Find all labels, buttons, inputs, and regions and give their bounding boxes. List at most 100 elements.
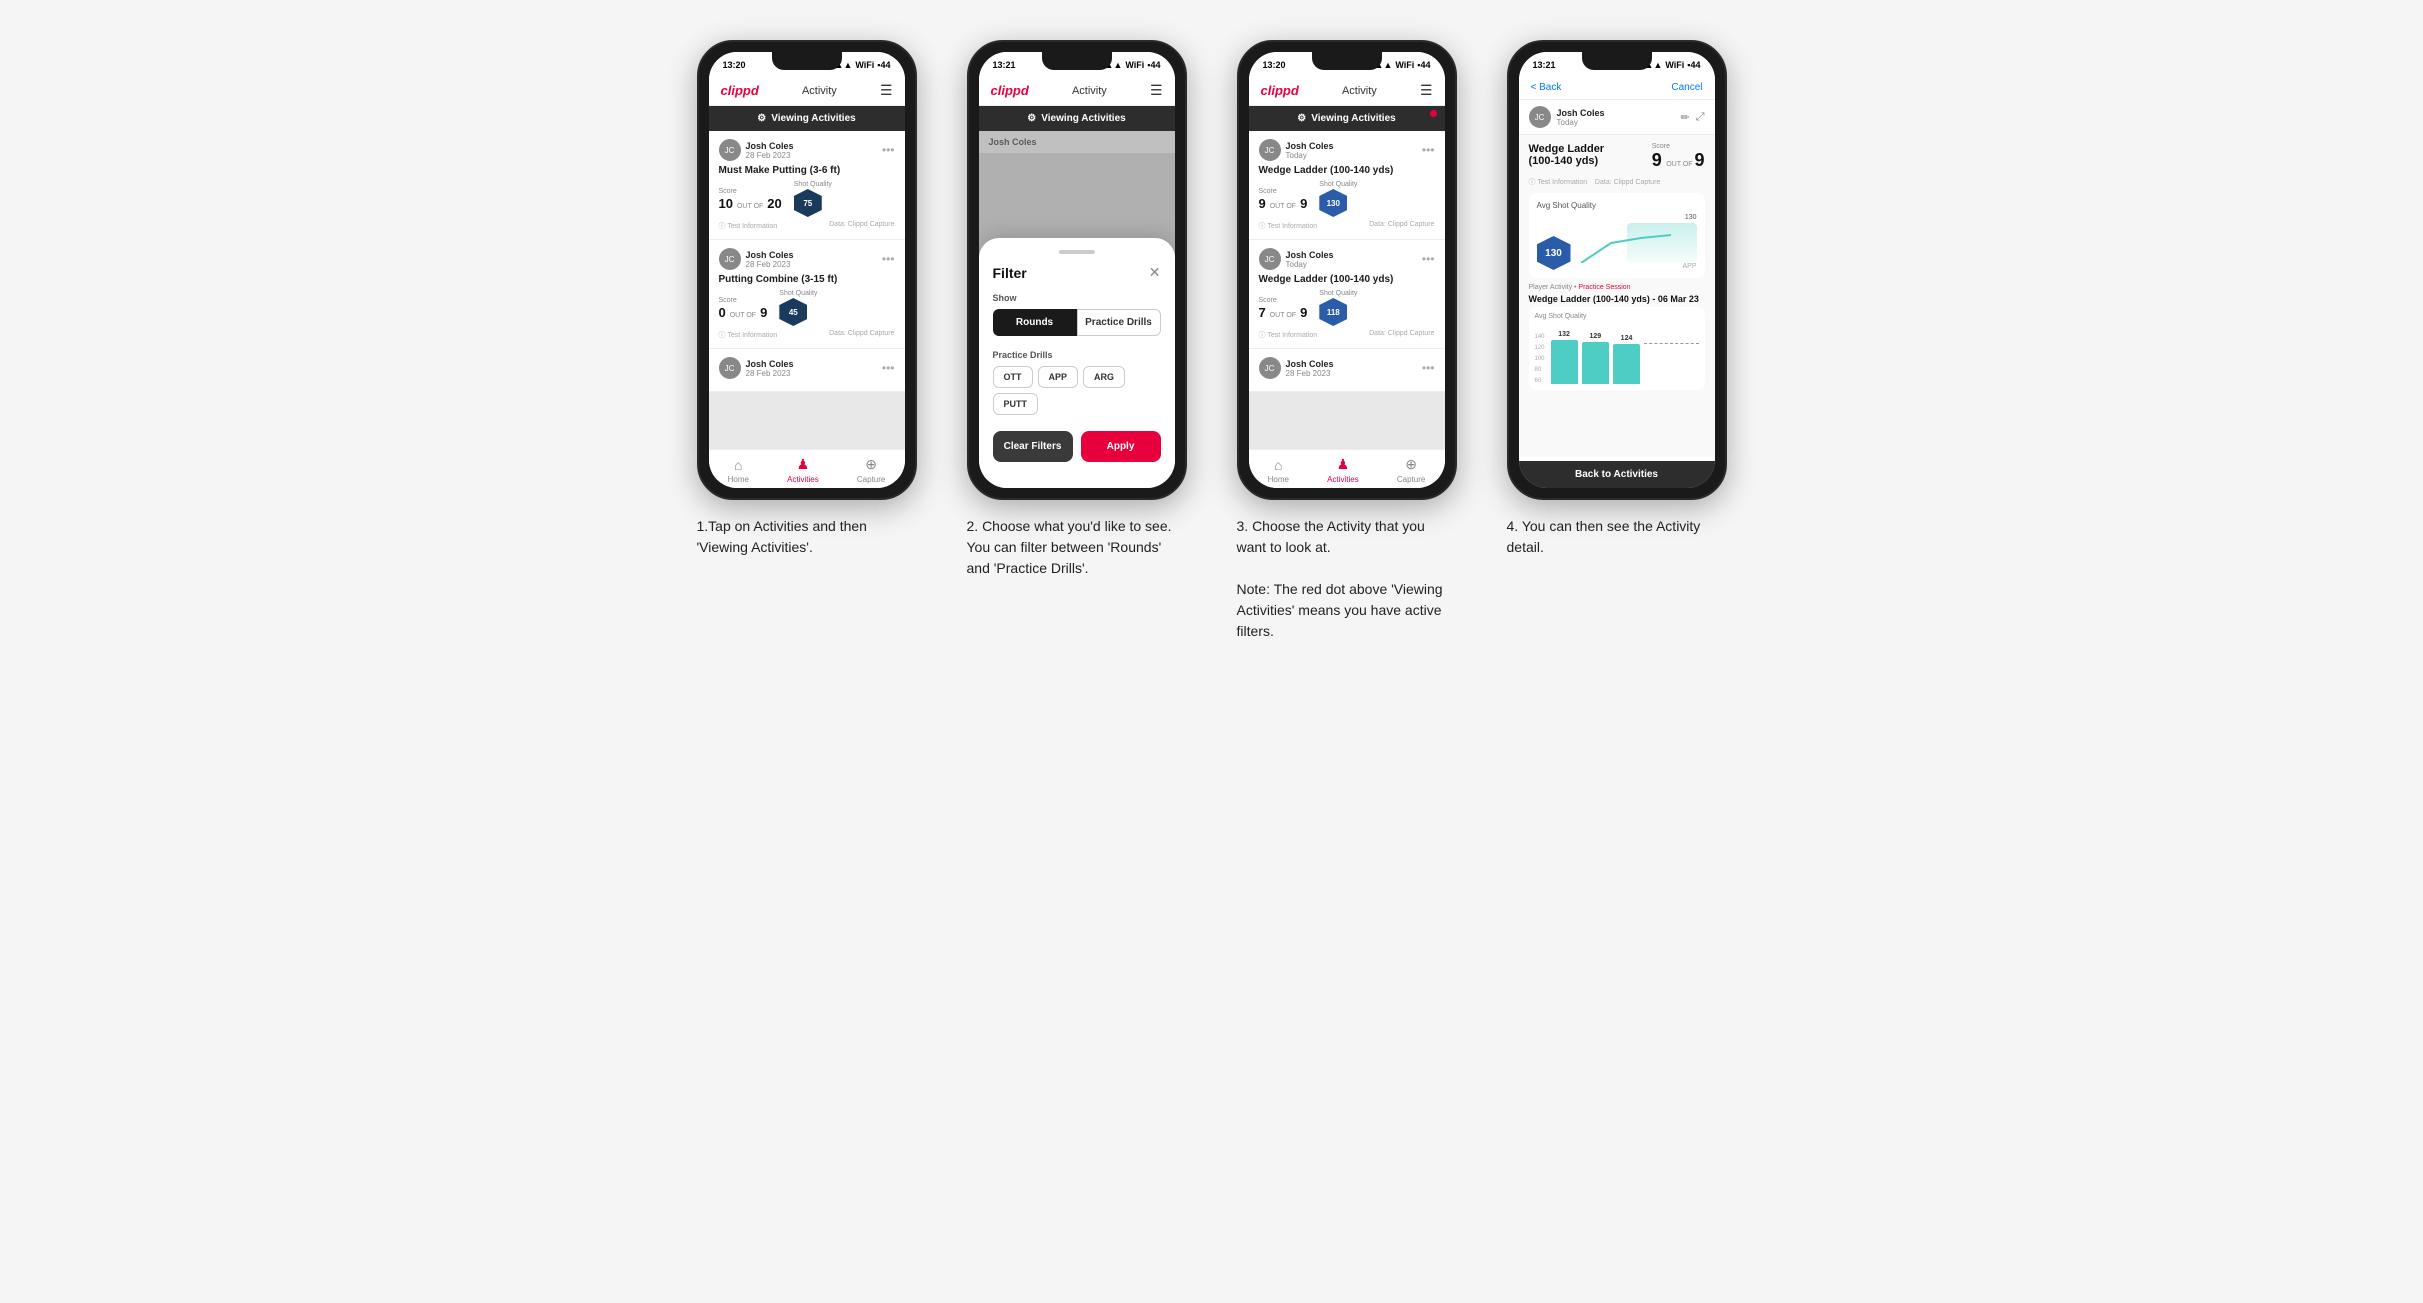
data-source-1-1: Data: Clippd Capture	[829, 221, 894, 231]
banner-label-1: Viewing Activities	[771, 113, 855, 124]
bar-value-4-3: 124	[1621, 335, 1633, 342]
wifi-icon-2: WiFi	[1125, 60, 1144, 70]
shots-value-1-1: 20	[767, 196, 781, 211]
hamburger-icon-1[interactable]: ☰	[880, 82, 893, 99]
viewing-banner-2[interactable]: ⚙ Viewing Activities	[979, 106, 1175, 131]
nav-capture-1[interactable]: ⊕ Capture	[857, 456, 885, 484]
card-header-1-1: JC Josh Coles 28 Feb 2023 •••	[719, 139, 895, 161]
battery-icon-3: ▪44	[1417, 60, 1430, 70]
apply-filter-btn[interactable]: Apply	[1081, 431, 1161, 462]
session-label-4: Player Activity • Practice Session	[1529, 284, 1705, 291]
chart-section-4: Avg Shot Quality 130 130	[1529, 193, 1705, 278]
user-date-3-2: Today	[1286, 260, 1334, 269]
three-dots-3-1[interactable]: •••	[1422, 143, 1435, 157]
bar-value-4-2: 129	[1589, 333, 1601, 340]
data-source-3-2: Data: Clippd Capture	[1369, 330, 1434, 340]
filter-actions: Clear Filters Apply	[993, 431, 1161, 462]
bar-4-2	[1582, 342, 1609, 384]
three-dots-1-3[interactable]: •••	[882, 361, 895, 375]
nav-activities-3[interactable]: ♟ Activities	[1327, 456, 1359, 484]
avatar-3-1: JC	[1259, 139, 1281, 161]
home-icon-3: ⌂	[1274, 457, 1282, 473]
app-logo-2: clippd	[991, 83, 1029, 98]
user-info-1-1: Josh Coles 28 Feb 2023	[746, 141, 794, 160]
user-name-3-3: Josh Coles	[1286, 359, 1334, 369]
practice-drills-toggle-btn[interactable]: Practice Drills	[1077, 309, 1161, 336]
cancel-btn-4[interactable]: Cancel	[1671, 82, 1702, 93]
score-label-1-2: Score	[719, 297, 768, 304]
partial-card-2: Josh Coles	[979, 131, 1175, 153]
activity-card-1-1[interactable]: JC Josh Coles 28 Feb 2023 ••• Must Make …	[709, 131, 905, 240]
three-dots-1-2[interactable]: •••	[882, 252, 895, 266]
drill-chip-ott[interactable]: OTT	[993, 366, 1033, 388]
avatar-3-3: JC	[1259, 357, 1281, 379]
hamburger-icon-3[interactable]: ☰	[1420, 82, 1433, 99]
card-user-1-3: JC Josh Coles 28 Feb 2023	[719, 357, 794, 379]
activity-card-1-2[interactable]: JC Josh Coles 28 Feb 2023 ••• Putting Co…	[709, 240, 905, 349]
hamburger-icon-2[interactable]: ☰	[1150, 82, 1163, 99]
filter-close-btn[interactable]: ✕	[1149, 264, 1161, 281]
app-nav-title-1: Activity	[802, 85, 837, 97]
sq-label-3-1: Shot Quality	[1319, 181, 1357, 188]
user-info-4: Josh Coles Today	[1557, 108, 1605, 127]
user-name-4: Josh Coles	[1557, 108, 1605, 118]
sq-hex-3-2: 118	[1319, 298, 1347, 326]
phone-3-inner: 13:20 ▲▲ WiFi ▪44 clippd Activity ☰ ⚙	[1249, 52, 1445, 488]
drill-title-4: Wedge Ladder (100-140 yds)	[1529, 143, 1629, 167]
nav-home-1[interactable]: ⌂ Home	[728, 457, 749, 484]
activity-card-3-1[interactable]: JC Josh Coles Today ••• Wedge Ladder (10…	[1249, 131, 1445, 240]
three-dots-1-1[interactable]: •••	[882, 143, 895, 157]
screen-bg-2: Josh Coles Filter ✕ Show Rounds Practice…	[979, 131, 1175, 488]
chart-hex-4: 130	[1537, 236, 1571, 270]
nav-home-3[interactable]: ⌂ Home	[1268, 457, 1289, 484]
user-date-3-1: Today	[1286, 151, 1334, 160]
card-title-1-2: Putting Combine (3-15 ft)	[719, 274, 895, 285]
filter-show-label: Show	[993, 293, 1161, 303]
card-header-3-3: JC Josh Coles 28 Feb 2023 •••	[1259, 357, 1435, 379]
back-to-activities-btn-4[interactable]: Back to Activities	[1519, 461, 1715, 488]
activity-card-3-2[interactable]: JC Josh Coles Today ••• Wedge Ladder (10…	[1249, 240, 1445, 349]
phone-col-4: 13:21 ▲▲ WiFi ▪44 < Back Cancel	[1497, 40, 1737, 558]
avatar-4: JC	[1529, 106, 1551, 128]
sq-hex-1-1: 75	[794, 189, 822, 217]
phone-col-3: 13:20 ▲▲ WiFi ▪44 clippd Activity ☰ ⚙	[1227, 40, 1467, 642]
screen-bg-1: JC Josh Coles 28 Feb 2023 ••• Must Make …	[709, 131, 905, 449]
dashed-line-4	[1644, 343, 1698, 344]
sq-hex-3-1: 130	[1319, 189, 1347, 217]
nav-capture-3[interactable]: ⊕ Capture	[1397, 456, 1425, 484]
three-dots-3-3[interactable]: •••	[1422, 361, 1435, 375]
score-value-3-1: 9	[1259, 196, 1266, 211]
wifi-icon-4: WiFi	[1665, 60, 1684, 70]
banner-icon-2: ⚙	[1027, 113, 1036, 124]
activity-card-1-3[interactable]: JC Josh Coles 28 Feb 2023 •••	[709, 349, 905, 392]
user-info-1-2: Josh Coles 28 Feb 2023	[746, 250, 794, 269]
nav-activities-1[interactable]: ♟ Activities	[787, 456, 819, 484]
banner-label-2: Viewing Activities	[1041, 113, 1125, 124]
capture-icon-1: ⊕	[865, 456, 877, 473]
notch-2	[1042, 52, 1112, 70]
detail-nav-4: < Back Cancel	[1519, 76, 1715, 100]
banner-icon-3: ⚙	[1297, 113, 1306, 124]
status-icons-1: ▲▲ WiFi ▪44	[835, 60, 891, 70]
mini-chart-wrapper-4: 130 APP	[1581, 214, 1697, 270]
viewing-banner-1[interactable]: ⚙ Viewing Activities	[709, 106, 905, 131]
time-3: 13:20	[1263, 60, 1286, 70]
caption-3: 3. Choose the Activity that you want to …	[1237, 516, 1457, 642]
card-title-1-1: Must Make Putting (3-6 ft)	[719, 165, 895, 176]
activity-card-3-3[interactable]: JC Josh Coles 28 Feb 2023 •••	[1249, 349, 1445, 392]
drill-chip-app[interactable]: APP	[1038, 366, 1079, 388]
score-stat-1-2: Score 0 OUT OF 9	[719, 297, 768, 320]
clear-filters-btn[interactable]: Clear Filters	[993, 431, 1073, 462]
viewing-banner-3[interactable]: ⚙ Viewing Activities	[1249, 106, 1445, 131]
back-btn-4[interactable]: < Back	[1531, 82, 1562, 93]
score-stat-3-1: Score 9 OUT OF 9	[1259, 188, 1308, 211]
edit-icon-4[interactable]: ✏	[1680, 111, 1689, 124]
expand-icon-4[interactable]: ⤢	[1696, 111, 1705, 124]
time-1: 13:20	[723, 60, 746, 70]
three-dots-3-2[interactable]: •••	[1422, 252, 1435, 266]
rounds-toggle-btn[interactable]: Rounds	[993, 309, 1077, 336]
drill-chip-arg[interactable]: ARG	[1083, 366, 1125, 388]
detail-score-section-4: Score 9 OUT OF 9	[1652, 143, 1705, 171]
drill-chip-putt[interactable]: PUTT	[993, 393, 1039, 415]
bar-4-1	[1551, 340, 1578, 384]
